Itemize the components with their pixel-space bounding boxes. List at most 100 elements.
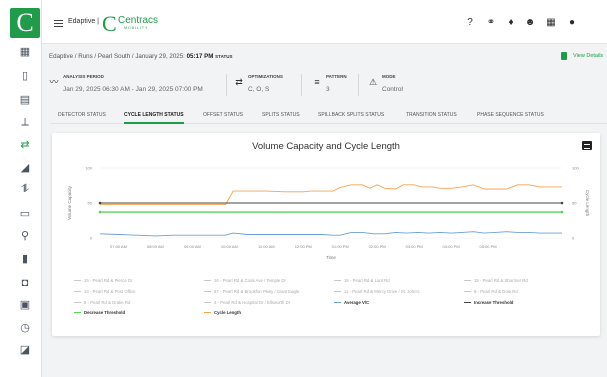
legend-label: Decrease Threshold [84,309,126,315]
legend-label: 4 - Pearl Rd & Hospital Dr / Ellsworth D… [214,299,291,305]
legend-swatch [334,291,341,293]
legend-label: 57 - Pearl Rd & Brookfon Pkwy / Giant Ea… [214,288,300,294]
legend-label: 13 - Pearl Rd & Post Office [84,288,136,294]
train-icon[interactable]: ◘ [19,277,31,289]
tab-cycle-length-status[interactable]: CYCLE LENGTH STATUS [124,112,184,124]
y-tick-label-left: 100 [85,166,92,171]
y-tick-label-left: 0 [90,236,93,241]
view-details-link[interactable]: View Details [573,53,603,59]
tab-splits-status[interactable]: SPLITS STATUS [262,112,300,118]
route-icon[interactable]: ⟂ [19,116,31,128]
x-tick-label: 07:00 AM [110,244,127,249]
meta-value: Jan 29, 2025 06:30 AM - Jan 29, 2025 07:… [63,86,203,93]
analysis-icon: 〰 [49,77,59,87]
menu-icon[interactable] [54,20,63,27]
pattern-icon: ≡ [314,77,320,87]
x-tick-label: 04:00 PM [443,244,460,249]
meta-divider [301,74,302,96]
calendar-icon[interactable]: ▤ [19,94,31,106]
x-tick-label: 10:00 AM [221,244,238,249]
meta-value: C, O, S [248,86,270,93]
status-tabs: DETECTOR STATUS CYCLE LENGTH STATUS OFFSET… [50,110,607,124]
meta-value: Control [382,86,403,93]
chart-card: Volume Capacity and Cycle Length 100 50 0 1… [52,133,600,336]
tab-transition-status[interactable]: TRANSITION STATUS [406,112,457,118]
bell-icon[interactable]: ♦ [505,17,517,29]
centracs-logo[interactable]: C [10,8,40,38]
breadcrumb-status: STATUS [215,54,233,59]
tab-spillback-splits-status[interactable]: SPILLBACK SPLITS STATUS [318,112,384,118]
clock-icon[interactable]: ◷ [19,322,31,334]
x-tick-label: 02:00 PM [369,244,386,249]
brand-subtitle: MOBILITY [124,26,149,30]
series-point-decrease-threshold [560,210,564,214]
breadcrumb-path[interactable]: Edaptive / Runs / Pearl South / January … [49,53,185,60]
x-tick-label: 12:00 PM [295,244,312,249]
x-tick-label: 08:00 AM [147,244,164,249]
branch-icon[interactable]: ⥮ [19,183,31,195]
x-tick-label: 09:00 AM [184,244,201,249]
meta-label: ANALYSIS PERIOD [63,74,104,79]
sidebar: C ▦ ▯ ▤ ⟂ ⇄ ◢ ⥮ ▭ ⚲ ▮ ◘ ▣ ◷ ◪ [0,0,42,377]
x-tick-label: 03:00 PM [406,244,423,249]
map-icon[interactable]: ▯ [19,70,31,82]
mode-icon: ⚠ [368,77,378,87]
agency-name: Edaptive | [68,18,100,25]
bar-chart-icon[interactable]: ▮ [19,253,31,265]
meta-value: 3 [326,86,330,93]
volume-capacity-chart: 100 50 0 100 50 0 07:00 AM 08:00 AM 09:00 AM 10:0… [67,166,590,261]
legend-label: 11 - Pearl Rd & Mercy Drive / St. John's [344,288,420,294]
legend-swatch [334,302,341,304]
legend-swatch [74,291,81,293]
legend-swatch [74,312,81,314]
breadcrumb: Edaptive / Runs / Pearl South / January … [49,53,233,60]
optimizations-icon: ⇄ [235,77,243,87]
legend-label: Increase Threshold [474,299,514,305]
legend-swatch [464,280,471,282]
swap-icon[interactable]: ⇄ [19,139,31,151]
top-bar: Edaptive | C Centracs MOBILITY ? ⚭ ♦ ☻ ▦ ● [42,0,607,44]
series-point-increase-threshold [560,201,564,205]
app-window: C ▦ ▯ ▤ ⟂ ⇄ ◢ ⥮ ▭ ⚲ ▮ ◘ ▣ ◷ ◪ Edaptive | C Centracs M… [0,0,607,377]
legend-swatch [204,291,211,293]
series-point-increase-threshold [98,201,102,205]
y-axis-label-left: Volume Capacity [67,185,72,220]
legend-swatch [74,280,81,282]
legend-label: 16 - Pearl Rd & Cook Ave / Temple Dr [214,277,286,283]
series-line-cycle-length [100,184,562,205]
document-icon[interactable] [561,52,567,60]
brand-logo: C Centracs MOBILITY [102,13,172,35]
meta-label: MODE [382,74,396,79]
legend-label: 8 - Pearl Rd & Dole Rd [474,288,518,294]
network-icon[interactable]: ⚭ [485,17,497,29]
tab-phase-sequence-status[interactable]: PHASE SEQUENCE STATUS [477,112,544,118]
meta-divider [358,74,359,96]
meta-label: PATTERN [326,74,347,79]
series-point-decrease-threshold [98,210,102,214]
legend-label: 15 - Pearl Rd & Pierce Dr [84,277,133,283]
legend-label: Average V/C [344,299,370,305]
x-tick-label: 05:00 PM [480,244,497,249]
edit-icon[interactable]: ◪ [19,344,31,356]
tab-offset-status[interactable]: OFFSET STATUS [203,112,243,118]
legend-label: 15 - Pearl Rd & Shurmer Rd [474,277,528,283]
y-tick-label-right: 100 [572,166,579,171]
user-icon[interactable]: ☻ [524,17,536,29]
x-axis-label: Time [326,255,336,260]
account-icon[interactable]: ● [566,17,578,29]
signal-icon[interactable]: ◢ [19,162,31,174]
series-line-average-v-c [99,231,562,237]
grid-icon[interactable]: ▦ [19,46,31,58]
apps-icon[interactable]: ▦ [545,17,557,29]
legend-label: 5 - Pearl Rd & Drake Rd [84,299,131,305]
y-tick-label-right: 50 [572,201,577,206]
satellite-icon[interactable]: ⚲ [19,230,31,242]
image-icon[interactable]: ▣ [19,299,31,311]
y-tick-label-left: 50 [88,201,93,206]
bus-icon[interactable]: ▭ [19,208,31,220]
meta-label: OPTIMIZATIONS [248,74,283,79]
legend-swatch [464,302,471,304]
tab-detector-status[interactable]: DETECTOR STATUS [58,112,106,118]
legend-swatch [464,291,471,293]
help-icon[interactable]: ? [464,17,476,29]
